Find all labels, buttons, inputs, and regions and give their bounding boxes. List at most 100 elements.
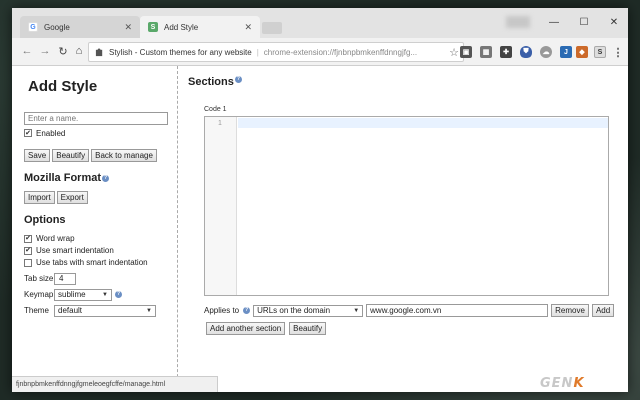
options-heading: Options bbox=[24, 214, 66, 226]
save-button[interactable]: Save bbox=[24, 149, 51, 162]
stylish-icon: S bbox=[148, 22, 158, 32]
smart-indent-checkbox[interactable]: ✔ bbox=[24, 246, 32, 255]
tab-title: Google bbox=[44, 22, 70, 32]
sections-label: Sections bbox=[188, 76, 234, 88]
applies-to-label: Applies to bbox=[204, 306, 240, 315]
beautify-button[interactable]: Beautify bbox=[52, 149, 90, 162]
profile-icon[interactable] bbox=[506, 16, 530, 28]
browser-window: G Google ✕ S Add Style ✕ — ☐ ✕ ← → ↻ ⌂ S… bbox=[12, 8, 628, 392]
theme-value: default bbox=[58, 306, 83, 315]
home-icon[interactable]: ⌂ bbox=[72, 44, 86, 58]
google-icon: G bbox=[28, 22, 38, 32]
line-number: 1 bbox=[218, 120, 222, 127]
chevron-down-icon: ▼ bbox=[353, 307, 360, 314]
main-panel: Sections? Code 1 1 Applies to ? URLs on … bbox=[188, 66, 628, 392]
applies-type-select[interactable]: URLs on the domain ▼ bbox=[253, 304, 364, 317]
status-bar: fjnbnpbmkenffdnngjfgmeleoegfcffe/manage.… bbox=[12, 376, 218, 392]
active-line bbox=[238, 118, 608, 128]
divider: | bbox=[256, 47, 259, 57]
applies-type-value: URLs on the domain bbox=[257, 306, 331, 315]
help-icon[interactable]: ? bbox=[115, 291, 122, 298]
style-name-input[interactable] bbox=[24, 112, 168, 125]
puzzle-extension-icon[interactable]: ✚ bbox=[500, 46, 512, 58]
watermark-text: GEN bbox=[540, 376, 574, 391]
page-title: Add Style bbox=[28, 78, 98, 95]
page-content: Add Style ✔ Enabled Save Beautify Back t… bbox=[12, 66, 628, 392]
keymap-select[interactable]: sublime ▼ bbox=[54, 288, 112, 301]
qr-icon[interactable]: ▦ bbox=[480, 46, 492, 58]
mozilla-format-heading: Mozilla Format? bbox=[24, 171, 177, 185]
sections-heading: Sections? bbox=[188, 76, 242, 88]
back-arrow-icon[interactable]: ← bbox=[20, 44, 34, 58]
address-bar[interactable]: Stylish - Custom themes for any website … bbox=[88, 42, 464, 62]
new-tab-button[interactable] bbox=[262, 22, 282, 34]
browser-toolbar: ← → ↻ ⌂ Stylish - Custom themes for any … bbox=[12, 38, 628, 66]
theme-select[interactable]: default ▼ bbox=[54, 304, 156, 317]
domain-input[interactable]: www.google.com.vn bbox=[366, 304, 549, 317]
smart-indent-label: Use smart indentation bbox=[36, 246, 114, 255]
site-label: Stylish - Custom themes for any website bbox=[109, 47, 252, 57]
theme-row: Theme default ▼ bbox=[24, 303, 177, 318]
tab-size-label: Tab size bbox=[24, 274, 54, 283]
help-icon[interactable]: ? bbox=[243, 307, 251, 314]
word-wrap-row[interactable]: ✔ Word wrap bbox=[24, 233, 177, 244]
keymap-value: sublime bbox=[58, 290, 86, 299]
puzzle-icon bbox=[95, 47, 103, 56]
window-close-icon[interactable]: ✕ bbox=[600, 14, 628, 30]
tab-size-row: Tab size 4 bbox=[24, 271, 177, 286]
enabled-label: Enabled bbox=[36, 128, 66, 138]
j-extension-icon[interactable]: J bbox=[560, 46, 572, 58]
close-icon[interactable]: ✕ bbox=[244, 22, 252, 33]
add-another-section-button[interactable]: Add another section bbox=[206, 322, 286, 335]
cloud-icon[interactable]: ☁ bbox=[540, 46, 552, 58]
tabs-smart-indent-checkbox[interactable] bbox=[24, 258, 32, 267]
line-gutter: 1 bbox=[205, 117, 237, 295]
mozilla-format-label: Mozilla Format bbox=[24, 172, 102, 184]
watermark-accent: K bbox=[573, 376, 585, 391]
applies-to-row: Applies to ? URLs on the domain ▼ www.go… bbox=[204, 304, 615, 317]
stylish-extension-icon[interactable]: S bbox=[594, 46, 606, 58]
tab-size-input[interactable]: 4 bbox=[54, 272, 76, 285]
keymap-row: Keymap sublime ▼ ? bbox=[24, 287, 177, 302]
maximize-icon[interactable]: ☐ bbox=[570, 14, 598, 30]
help-icon[interactable]: ? bbox=[102, 174, 110, 182]
chevron-down-icon: ▼ bbox=[102, 291, 108, 298]
enabled-checkbox[interactable]: ✔ bbox=[24, 129, 32, 137]
section-buttons: Add another section Beautify bbox=[206, 322, 327, 335]
mozilla-buttons: Import Export bbox=[24, 191, 177, 204]
code-editor[interactable]: 1 bbox=[204, 116, 609, 296]
export-button[interactable]: Export bbox=[56, 191, 88, 204]
forward-arrow-icon[interactable]: → bbox=[38, 44, 52, 58]
add-button[interactable]: Add bbox=[591, 304, 615, 317]
tab-google[interactable]: G Google ✕ bbox=[20, 16, 140, 38]
help-icon[interactable]: ? bbox=[234, 76, 242, 84]
keymap-label: Keymap bbox=[24, 290, 54, 299]
tab-strip: G Google ✕ S Add Style ✕ — ☐ ✕ bbox=[12, 8, 628, 38]
enabled-row[interactable]: ✔ Enabled bbox=[24, 127, 177, 139]
smart-indent-row[interactable]: ✔ Use smart indentation bbox=[24, 245, 177, 256]
close-icon[interactable]: ✕ bbox=[124, 22, 132, 33]
chevron-down-icon: ▼ bbox=[146, 307, 152, 314]
beautify-section-button[interactable]: Beautify bbox=[289, 322, 327, 335]
tabs-smart-indent-row[interactable]: Use tabs with smart indentation bbox=[24, 257, 177, 268]
orange-extension-icon[interactable]: ◆ bbox=[576, 46, 588, 58]
code-section-label: Code 1 bbox=[204, 106, 227, 113]
word-wrap-checkbox[interactable]: ✔ bbox=[24, 234, 32, 243]
extension-icon[interactable]: ▣ bbox=[460, 46, 472, 58]
reload-icon[interactable]: ↻ bbox=[56, 44, 70, 58]
back-to-manage-button[interactable]: Back to manage bbox=[91, 149, 157, 162]
sidebar: Add Style ✔ Enabled Save Beautify Back t… bbox=[12, 66, 178, 392]
tab-add-style[interactable]: S Add Style ✕ bbox=[140, 16, 260, 38]
shield-icon[interactable]: ⛊ bbox=[520, 46, 532, 58]
word-wrap-label: Word wrap bbox=[36, 234, 75, 243]
bookmark-star-icon[interactable]: ☆ bbox=[449, 46, 459, 59]
action-buttons: Save Beautify Back to manage bbox=[24, 149, 177, 162]
watermark-logo: GENK bbox=[540, 376, 585, 391]
tab-title: Add Style bbox=[164, 22, 199, 32]
tabs-smart-indent-label: Use tabs with smart indentation bbox=[36, 258, 148, 267]
minimize-icon[interactable]: — bbox=[540, 14, 568, 30]
remove-button[interactable]: Remove bbox=[551, 304, 589, 317]
url-text: chrome-extension://fjnbnpbmkenffdnngjfg.… bbox=[263, 47, 418, 57]
import-button[interactable]: Import bbox=[24, 191, 55, 204]
menu-icon[interactable]: ⋮ bbox=[612, 46, 624, 59]
